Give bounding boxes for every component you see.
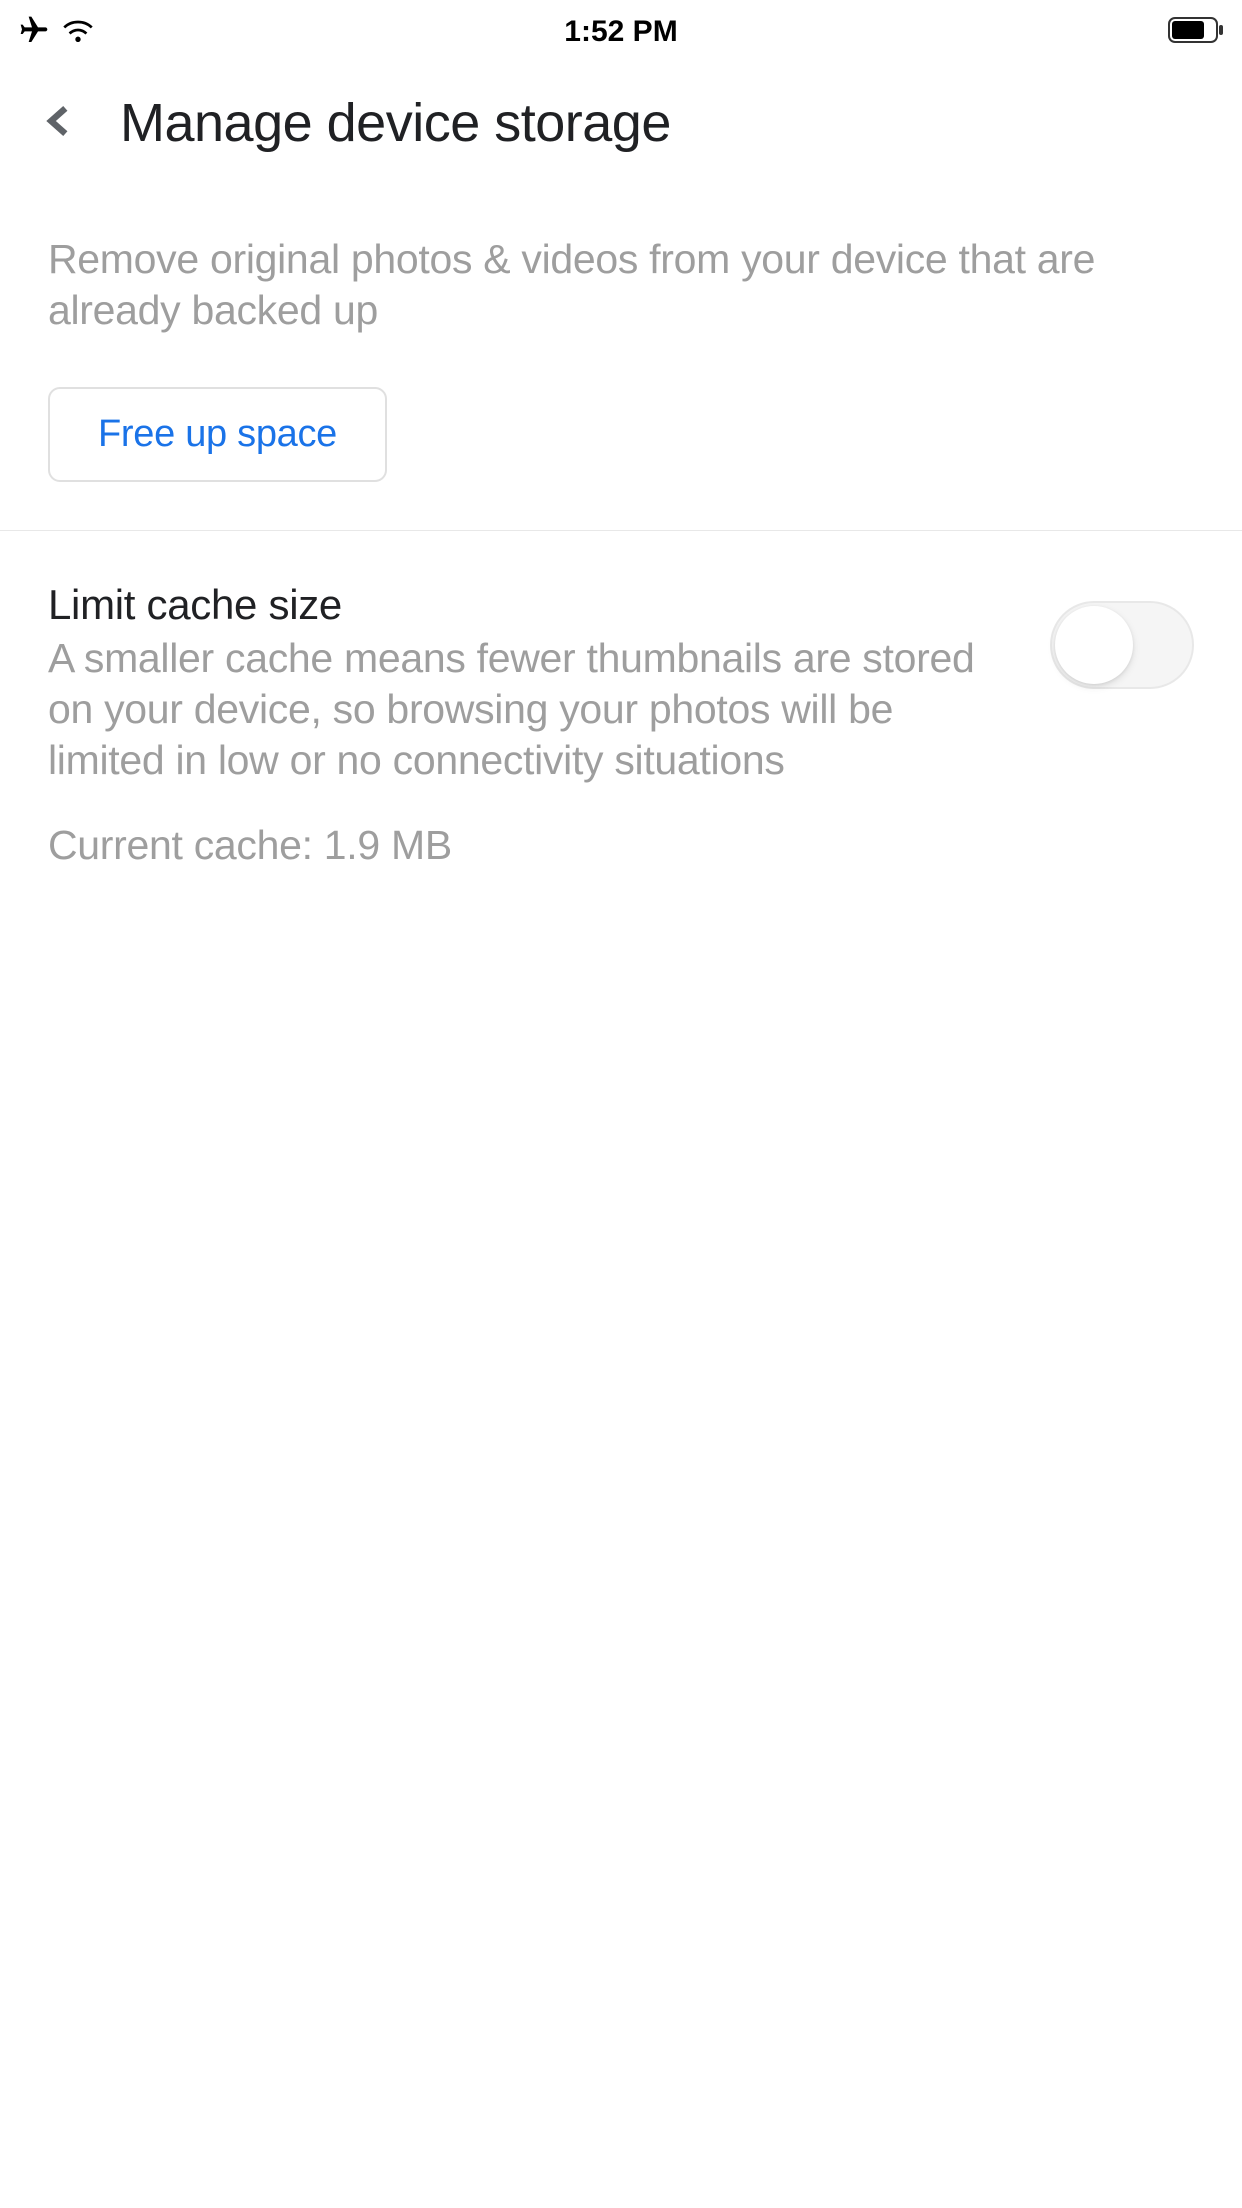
page-title: Manage device storage xyxy=(120,92,671,154)
airplane-mode-icon xyxy=(18,14,50,51)
toggle-knob xyxy=(1055,606,1133,684)
back-icon[interactable] xyxy=(40,98,78,149)
limit-cache-toggle[interactable] xyxy=(1050,601,1194,689)
wifi-icon xyxy=(62,17,94,48)
cache-current-value: Current cache: 1.9 MB xyxy=(48,822,1010,869)
battery-icon xyxy=(1168,17,1224,48)
cache-title: Limit cache size xyxy=(48,581,1010,629)
free-up-space-section: Remove original photos & videos from you… xyxy=(0,194,1242,531)
free-up-space-button[interactable]: Free up space xyxy=(48,387,387,482)
status-left-icons xyxy=(18,14,94,51)
limit-cache-section: Limit cache size A smaller cache means f… xyxy=(0,531,1242,918)
status-time: 1:52 PM xyxy=(564,15,677,49)
page-header: Manage device storage xyxy=(0,60,1242,194)
status-right-icons xyxy=(1168,17,1224,48)
cache-description: A smaller cache means fewer thumbnails a… xyxy=(48,633,1010,787)
free-up-description: Remove original photos & videos from you… xyxy=(48,234,1194,337)
status-bar: 1:52 PM xyxy=(0,0,1242,60)
cache-content: Limit cache size A smaller cache means f… xyxy=(48,581,1010,870)
